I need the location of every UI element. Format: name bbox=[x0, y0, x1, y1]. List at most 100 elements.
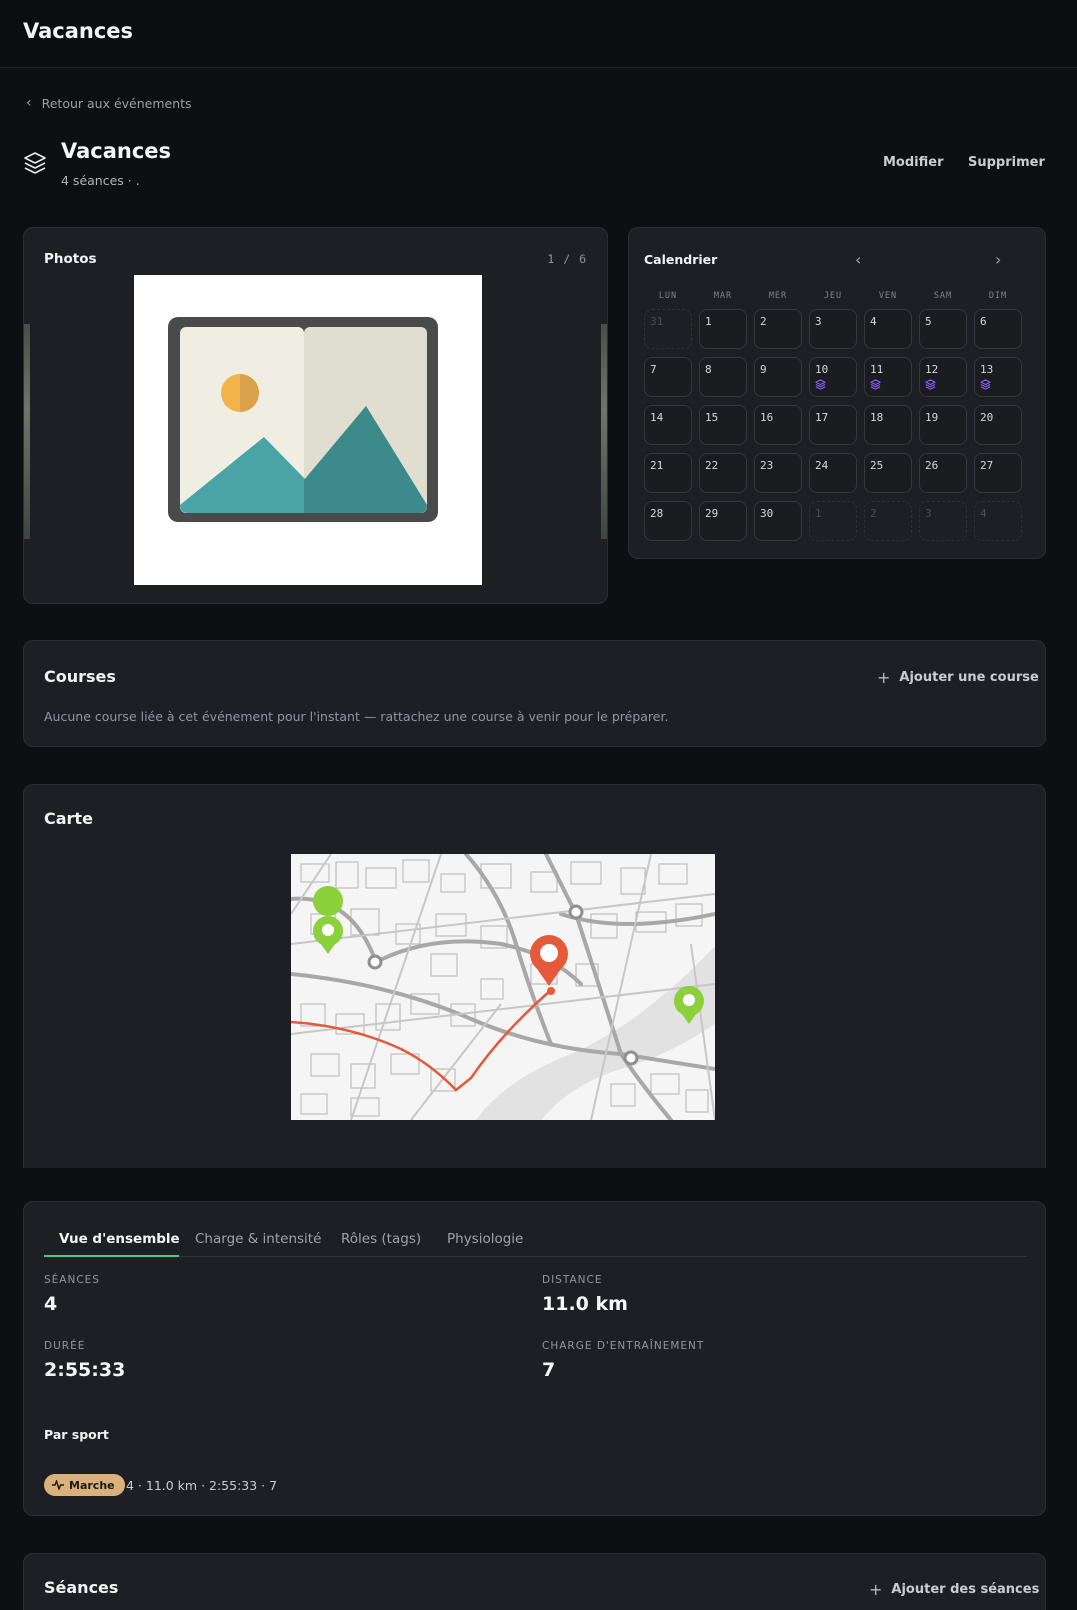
sport-badge-walk[interactable]: Marche bbox=[44, 1474, 125, 1496]
calendar-day-number: 6 bbox=[980, 315, 987, 328]
app-title: Vacances bbox=[23, 19, 134, 43]
calendar-day-number: 30 bbox=[760, 507, 774, 520]
calendar-day-with-session[interactable]: 13 bbox=[974, 357, 1022, 397]
calendar-day[interactable]: 2 bbox=[864, 501, 912, 541]
calendar-day[interactable]: 14 bbox=[644, 405, 692, 445]
calendar-day[interactable]: 30 bbox=[754, 501, 802, 541]
calendar-day[interactable]: 26 bbox=[919, 453, 967, 493]
calendar-day[interactable]: 7 bbox=[644, 357, 692, 397]
sessions-title: Séances bbox=[44, 1578, 119, 1597]
previous-photo-preview[interactable] bbox=[24, 324, 30, 539]
calendar-day-number: 28 bbox=[650, 507, 664, 520]
photo-placeholder-image[interactable] bbox=[134, 275, 482, 585]
calendar-day-number: 17 bbox=[815, 411, 829, 424]
calendar-day-number: 2 bbox=[760, 315, 767, 328]
add-course-label: Ajouter une course bbox=[899, 670, 1039, 685]
calendar-day-number: 7 bbox=[650, 363, 657, 376]
calendar-day-number: 24 bbox=[815, 459, 829, 472]
map-view[interactable] bbox=[291, 854, 715, 1120]
calendar-day-number: 29 bbox=[705, 507, 719, 520]
calendar-day[interactable]: 19 bbox=[919, 405, 967, 445]
session-layers-icon bbox=[870, 379, 881, 390]
stat-label-duration: DURÉE bbox=[44, 1340, 86, 1352]
plus-icon: + bbox=[869, 1580, 883, 1599]
calendar-day[interactable]: 1 bbox=[809, 501, 857, 541]
calendar-day-number: 3 bbox=[925, 507, 932, 520]
calendar-day[interactable]: 25 bbox=[864, 453, 912, 493]
active-tab-indicator bbox=[44, 1255, 179, 1257]
calendar-day-with-session[interactable]: 11 bbox=[864, 357, 912, 397]
previous-month-button[interactable]: ‹ bbox=[855, 250, 861, 269]
calendar-day[interactable]: 22 bbox=[699, 453, 747, 493]
calendar-day-number: 12 bbox=[925, 363, 939, 376]
session-layers-icon bbox=[925, 379, 936, 390]
tab-roles-tags[interactable]: Rôles (tags) bbox=[341, 1231, 421, 1247]
calendar-day[interactable]: 31 bbox=[644, 309, 692, 349]
calendar-day[interactable]: 6 bbox=[974, 309, 1022, 349]
calendar-day[interactable]: 16 bbox=[754, 405, 802, 445]
add-course-button[interactable]: + Ajouter une course bbox=[877, 668, 1039, 687]
tab-load-intensity[interactable]: Charge & intensité bbox=[195, 1231, 321, 1247]
weekday-label: LUN bbox=[658, 291, 678, 301]
calendar-day[interactable]: 28 bbox=[644, 501, 692, 541]
calendar-day-number: 23 bbox=[760, 459, 774, 472]
calendar-day-number: 19 bbox=[925, 411, 939, 424]
stat-value-distance: 11.0 km bbox=[542, 1293, 628, 1315]
stat-value-training-load: 7 bbox=[542, 1359, 556, 1381]
calendar-day[interactable]: 15 bbox=[699, 405, 747, 445]
calendar-day-with-session[interactable]: 10 bbox=[809, 357, 857, 397]
calendar-day-number: 16 bbox=[760, 411, 774, 424]
edit-button[interactable]: Modifier bbox=[883, 155, 944, 170]
calendar-title: Calendrier bbox=[644, 252, 718, 267]
tab-physiology[interactable]: Physiologie bbox=[447, 1231, 523, 1247]
sport-summary: 4 · 11.0 km · 2:55:33 · 7 bbox=[126, 1478, 278, 1493]
calendar-day[interactable]: 3 bbox=[809, 309, 857, 349]
tab-overview[interactable]: Vue d'ensemble bbox=[59, 1231, 180, 1247]
photos-card: Photos 1 / 6 bbox=[23, 227, 608, 604]
calendar-day[interactable]: 2 bbox=[754, 309, 802, 349]
calendar-day[interactable]: 18 bbox=[864, 405, 912, 445]
session-layers-icon bbox=[815, 379, 826, 390]
stat-label-distance: DISTANCE bbox=[542, 1274, 603, 1286]
stats-card: Vue d'ensemble Charge & intensité Rôles … bbox=[23, 1201, 1046, 1516]
calendar-day-number: 1 bbox=[815, 507, 822, 520]
next-photo-preview[interactable] bbox=[601, 324, 607, 539]
image-icon bbox=[168, 317, 438, 522]
calendar-day[interactable]: 3 bbox=[919, 501, 967, 541]
event-subtitle: 4 séances · . bbox=[61, 173, 140, 188]
delete-button[interactable]: Supprimer bbox=[968, 155, 1045, 170]
activity-icon bbox=[52, 1480, 64, 1490]
calendar-day-number: 15 bbox=[705, 411, 719, 424]
calendar-day[interactable]: 27 bbox=[974, 453, 1022, 493]
stat-label-training-load: CHARGE D'ENTRAÎNEMENT bbox=[542, 1340, 705, 1352]
calendar-day-number: 25 bbox=[870, 459, 884, 472]
back-to-events-link[interactable]: ‹ Retour aux événements bbox=[26, 95, 192, 111]
calendar-day-number: 4 bbox=[870, 315, 877, 328]
calendar-day[interactable]: 23 bbox=[754, 453, 802, 493]
calendar-day-with-session[interactable]: 12 bbox=[919, 357, 967, 397]
calendar-day[interactable]: 4 bbox=[974, 501, 1022, 541]
calendar-day-number: 14 bbox=[650, 411, 664, 424]
calendar-day[interactable]: 17 bbox=[809, 405, 857, 445]
photos-title: Photos bbox=[44, 251, 97, 267]
weekday-label: VEN bbox=[878, 291, 898, 301]
calendar-day-number: 27 bbox=[980, 459, 994, 472]
calendar-day[interactable]: 9 bbox=[754, 357, 802, 397]
calendar-day-number: 18 bbox=[870, 411, 884, 424]
session-layers-icon bbox=[980, 379, 991, 390]
calendar-day[interactable]: 20 bbox=[974, 405, 1022, 445]
calendar-day[interactable]: 1 bbox=[699, 309, 747, 349]
calendar-day[interactable]: 8 bbox=[699, 357, 747, 397]
calendar-day-number: 10 bbox=[815, 363, 829, 376]
calendar-day-number: 13 bbox=[980, 363, 994, 376]
top-bar: Vacances bbox=[0, 0, 1077, 68]
calendar-day[interactable]: 24 bbox=[809, 453, 857, 493]
plus-icon: + bbox=[877, 668, 891, 687]
calendar-day[interactable]: 4 bbox=[864, 309, 912, 349]
calendar-day[interactable]: 29 bbox=[699, 501, 747, 541]
calendar-day[interactable]: 21 bbox=[644, 453, 692, 493]
next-month-button[interactable]: › bbox=[995, 250, 1001, 269]
add-sessions-button[interactable]: + Ajouter des séances bbox=[869, 1580, 1039, 1599]
calendar-day-number: 8 bbox=[705, 363, 712, 376]
calendar-day[interactable]: 5 bbox=[919, 309, 967, 349]
